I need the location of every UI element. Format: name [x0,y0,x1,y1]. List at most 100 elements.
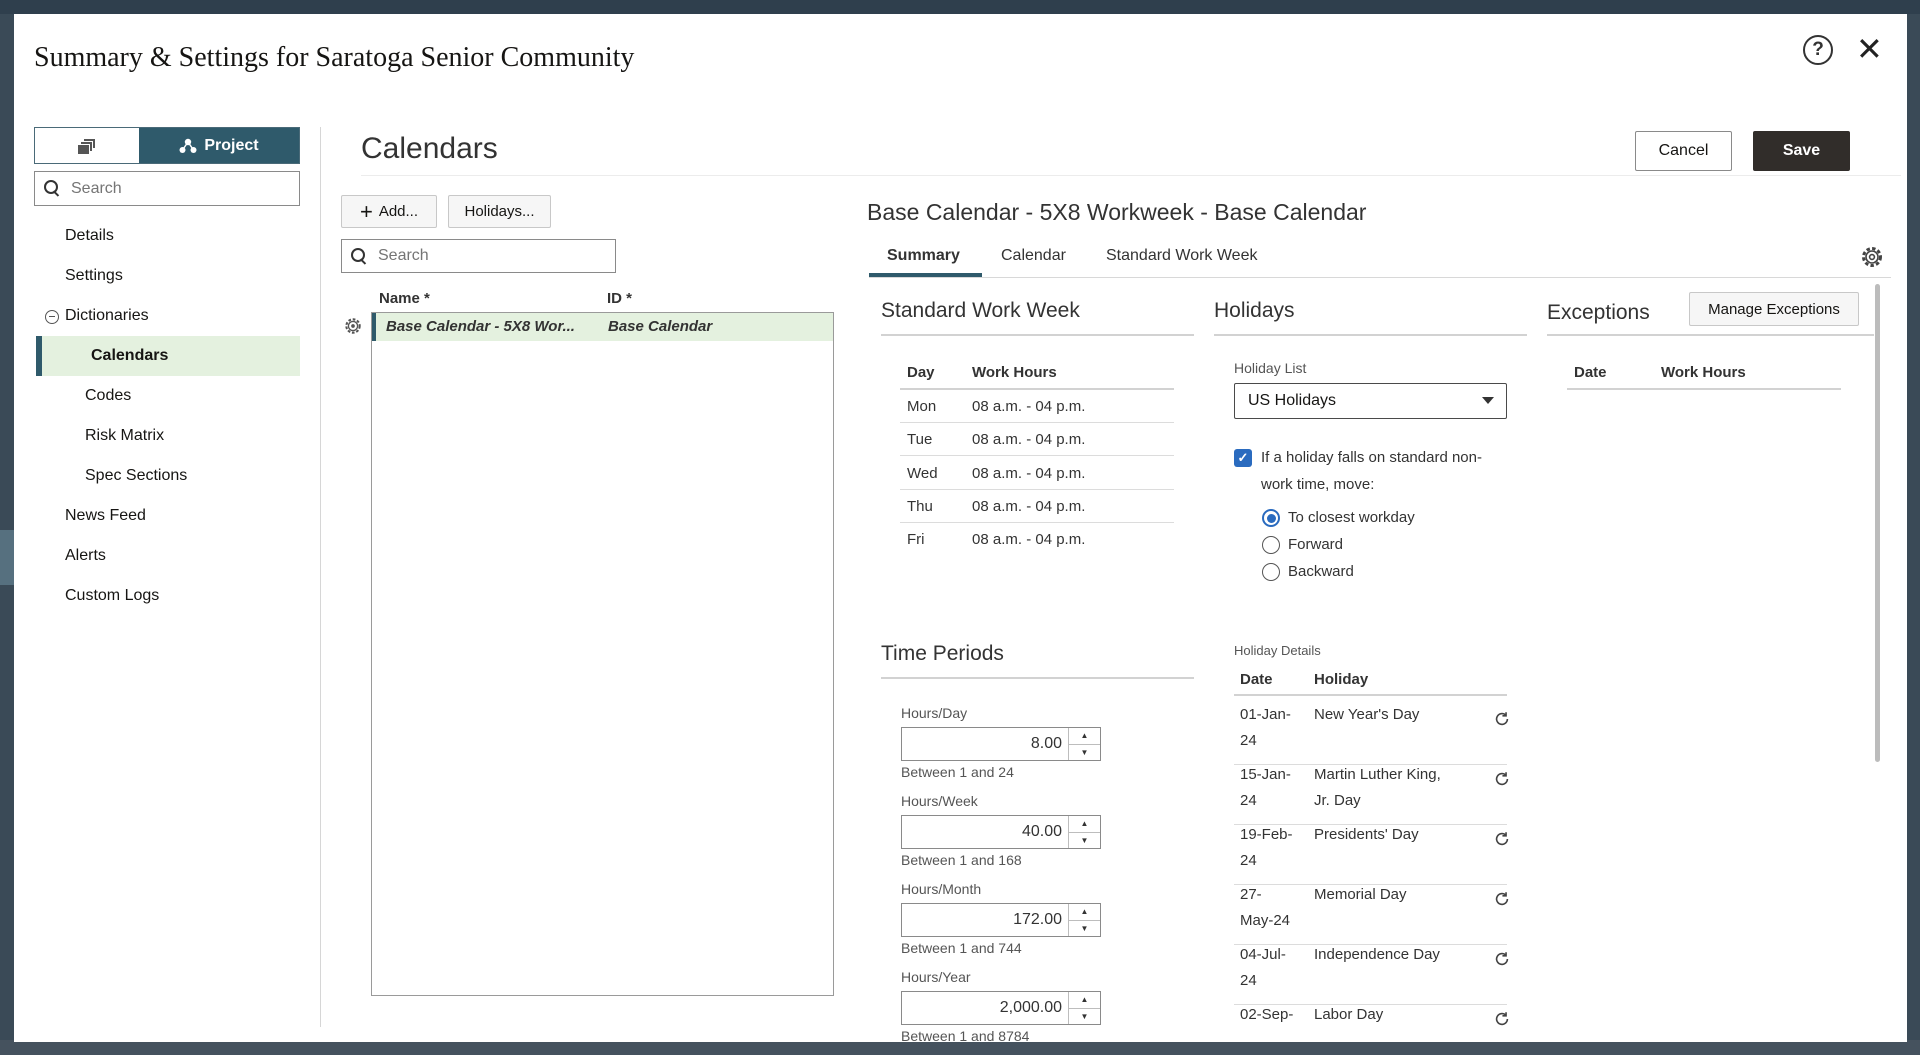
hours-month-hint: Between 1 and 744 [901,940,1022,956]
gear-icon[interactable] [1860,245,1884,269]
holidays-button[interactable]: Holidays... [448,195,551,228]
nav-item-details[interactable]: Details [65,216,114,256]
nav-item-custom-logs[interactable]: Custom Logs [65,576,159,616]
hours-year-input[interactable] [902,992,1068,1024]
holidays-rule [1214,334,1527,336]
decrement-icon[interactable]: ▼ [1069,921,1100,937]
nav-item-codes[interactable]: Codes [85,376,131,416]
hours-year-label: Hours/Year [901,969,971,985]
row-divider [900,422,1174,423]
radio-forward-label: Forward [1288,536,1344,553]
cancel-button[interactable]: Cancel [1635,131,1732,171]
close-icon[interactable]: ✕ [1856,32,1883,66]
work-week-hours: 08 a.m. - 04 p.m. [972,398,1086,415]
table-row[interactable]: Base Calendar - 5X8 Wor... Base Calendar [372,313,833,341]
row-divider [900,522,1174,523]
work-week-hours: 08 a.m. - 04 p.m. [972,498,1086,515]
nav-item-dictionaries[interactable]: Dictionaries [65,296,149,336]
decrement-icon[interactable]: ▼ [1069,833,1100,849]
holiday-name: Independence Day [1314,946,1440,963]
hours-month-stepper: ▲▼ [901,903,1101,937]
row-divider [1234,944,1507,945]
radio-closest-workday[interactable] [1262,509,1280,527]
increment-icon[interactable]: ▲ [1069,904,1100,921]
holiday-date: 24 [1240,852,1257,869]
collapse-icon[interactable] [45,310,59,324]
holiday-date: 24 [1240,972,1257,989]
refresh-icon[interactable] [1493,770,1511,788]
row-divider [900,489,1174,490]
app-backdrop-side [0,530,14,585]
tab-calendar[interactable]: Calendar [1001,247,1066,265]
holiday-date: 15-Jan- [1240,766,1291,783]
add-calendar-button[interactable]: + Add... [341,195,437,228]
work-week-header-rule [900,388,1174,390]
row-divider [1234,884,1507,885]
holiday-name: Memorial Day [1314,886,1407,903]
work-week-day: Thu [907,498,933,515]
calendar-search-input[interactable] [378,247,615,265]
manage-exceptions-button[interactable]: Manage Exceptions [1689,292,1859,326]
portfolio-toggle-button[interactable] [35,128,139,163]
holiday-list-value: US Holidays [1248,392,1337,409]
holiday-name: Labor Day [1314,1006,1384,1023]
refresh-icon[interactable] [1493,890,1511,908]
exceptions-heading: Exceptions [1547,301,1650,324]
nav-item-alerts[interactable]: Alerts [65,536,106,576]
nav-item-news-feed[interactable]: News Feed [65,496,146,536]
refresh-icon[interactable] [1493,1010,1511,1028]
tabs-divider [869,277,1891,278]
refresh-icon[interactable] [1493,830,1511,848]
work-week-col-day: Day [907,364,935,381]
exceptions-col-date: Date [1574,364,1607,381]
column-header-id[interactable]: ID * [607,290,632,307]
holiday-details-label: Holiday Details [1234,643,1321,658]
exceptions-col-hours: Work Hours [1661,364,1746,381]
holidays-heading: Holidays [1214,299,1295,322]
move-holiday-checkbox[interactable]: ✓ [1234,449,1252,467]
refresh-icon[interactable] [1493,950,1511,968]
nav-item-settings[interactable]: Settings [65,256,123,296]
move-holiday-label-line1: If a holiday falls on standard non- [1261,449,1482,466]
hours-week-input[interactable] [902,816,1068,848]
decrement-icon[interactable]: ▼ [1069,745,1100,761]
column-header-name[interactable]: Name * [379,290,430,307]
row-actions-gear-icon[interactable] [343,316,363,336]
detail-scrollbar[interactable] [1875,284,1880,762]
decrement-icon[interactable]: ▼ [1069,1009,1100,1025]
holiday-name: Presidents' Day [1314,826,1419,843]
search-icon [44,180,60,196]
increment-icon[interactable]: ▲ [1069,728,1100,745]
holiday-name: Martin Luther King, [1314,766,1441,783]
project-toggle-label: Project [204,136,259,154]
holiday-date: May-24 [1240,912,1291,929]
nav-divider [320,127,321,1027]
nav-search-input[interactable] [71,179,299,198]
tab-summary[interactable]: Summary [887,247,960,265]
radio-forward[interactable] [1262,536,1280,554]
tab-standard-work-week[interactable]: Standard Work Week [1106,247,1257,265]
detail-title: Base Calendar - 5X8 Workweek - Base Cale… [867,199,1367,225]
increment-icon[interactable]: ▲ [1069,816,1100,833]
hours-month-label: Hours/Month [901,881,982,897]
save-button[interactable]: Save [1753,131,1850,171]
hours-day-label: Hours/Day [901,705,968,721]
holiday-list-select[interactable]: US Holidays [1234,383,1507,419]
project-icon [179,138,197,153]
increment-icon[interactable]: ▲ [1069,992,1100,1009]
hours-month-input[interactable] [902,904,1068,936]
app-backdrop-footer [0,1040,1920,1055]
radio-backward[interactable] [1262,563,1280,581]
holiday-header-rule [1234,694,1507,696]
work-week-hours: 08 a.m. - 04 p.m. [972,431,1086,448]
nav-item-spec-sections[interactable]: Spec Sections [85,456,187,496]
hours-week-stepper: ▲▼ [901,815,1101,849]
nav-item-calendars[interactable]: Calendars [36,336,300,376]
holiday-date: 27- [1240,886,1262,903]
help-icon[interactable]: ? [1803,35,1833,65]
nav-item-risk-matrix[interactable]: Risk Matrix [85,416,164,456]
project-toggle-button[interactable]: Project [139,128,299,163]
time-periods-heading: Time Periods [881,642,1004,665]
refresh-icon[interactable] [1493,710,1511,728]
hours-day-input[interactable] [902,728,1068,760]
